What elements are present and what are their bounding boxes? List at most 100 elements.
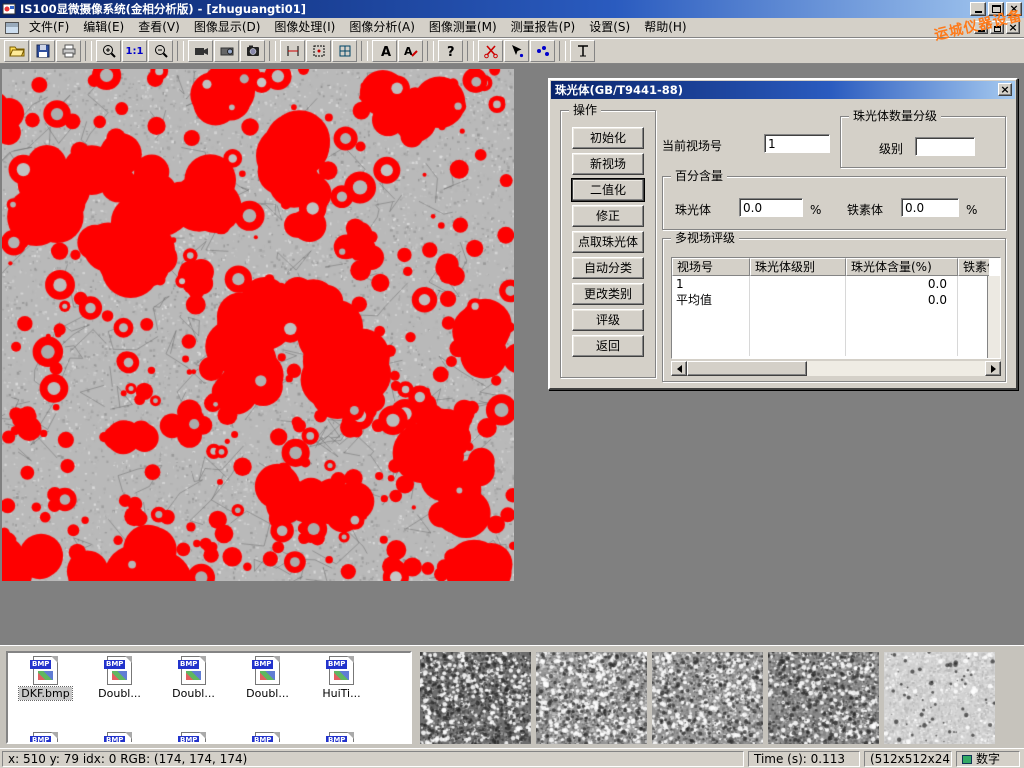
menu-item[interactable]: 图像处理(I) [267, 18, 342, 37]
menu-item[interactable]: 测量报告(P) [504, 18, 583, 37]
measure-area-icon [311, 43, 327, 59]
cut-button[interactable] [478, 40, 503, 62]
file-listbox[interactable]: BMPDKF.bmpBMPDoubl...BMPDoubl...BMPDoubl… [6, 651, 412, 744]
file-item[interactable]: BMPDKF.bmp [10, 655, 81, 703]
op-button[interactable]: 点取珠光体 [572, 231, 644, 253]
table-horizontal-scrollbar[interactable] [671, 361, 1001, 376]
table-cell [846, 308, 958, 324]
menu-item[interactable]: 编辑(E) [76, 18, 131, 37]
dialog-title-bar[interactable]: 珠光体(GB/T9441-88) × [551, 81, 1015, 99]
save-button[interactable] [30, 40, 55, 62]
op-button[interactable]: 二值化 [572, 179, 644, 201]
point-count-button[interactable] [504, 40, 529, 62]
menu-item[interactable]: 图像分析(A) [342, 18, 422, 37]
file-item[interactable]: BMPDoubl... [84, 655, 155, 703]
op-button[interactable]: 修正 [572, 205, 644, 227]
text-edit-button[interactable]: A [398, 40, 423, 62]
bmp-file-icon: BMP [107, 732, 132, 744]
table-cell: 平均值 [672, 292, 750, 308]
table-cell [846, 324, 958, 340]
child-restore-button[interactable] [990, 21, 1004, 34]
menu-item[interactable]: 帮助(H) [637, 18, 693, 37]
text-button[interactable]: A [372, 40, 397, 62]
file-item-partial[interactable]: BMP [10, 731, 81, 744]
metallograph-image[interactable] [2, 69, 514, 581]
status-bar: x: 510 y: 79 idx: 0 RGB: (174, 174, 174)… [0, 748, 1024, 768]
thumbnail-2[interactable] [652, 652, 763, 744]
print-button[interactable] [56, 40, 81, 62]
op-button[interactable]: 自动分类 [572, 257, 644, 279]
column-header[interactable]: 珠光体含量(%) [846, 258, 958, 276]
menu-item[interactable]: 文件(F) [22, 18, 76, 37]
zoom-in-button[interactable] [96, 40, 121, 62]
ferrite-unit-label: % [966, 203, 977, 217]
caliper-icon [285, 43, 301, 59]
op-button[interactable]: 评级 [572, 309, 644, 331]
child-close-button[interactable]: × [1006, 21, 1020, 34]
table-row[interactable] [672, 340, 989, 356]
menu-item[interactable]: 图像测量(M) [422, 18, 504, 37]
table-row[interactable]: 10.0 [672, 276, 989, 292]
projector-button[interactable] [214, 40, 239, 62]
measure-area-button[interactable] [306, 40, 331, 62]
op-button[interactable]: 更改类别 [572, 283, 644, 305]
app-icon[interactable] [2, 2, 16, 16]
scroll-track[interactable] [687, 361, 985, 376]
file-item[interactable]: BMPDoubl... [232, 655, 303, 703]
current-field-input[interactable] [764, 134, 830, 153]
file-item-partial[interactable]: BMP [232, 731, 303, 744]
count-dots-button[interactable] [530, 40, 555, 62]
actual-size-button[interactable]: 1:1 [122, 40, 147, 62]
menu-item[interactable]: 查看(V) [131, 18, 187, 37]
video-camera-button[interactable] [188, 40, 213, 62]
print-icon [61, 43, 77, 59]
scroll-right-button[interactable] [985, 361, 1001, 376]
op-button[interactable]: 返回 [572, 335, 644, 357]
grade-group: 珠光体数量分级 级别 [840, 116, 1006, 168]
child-window-icon[interactable] [5, 22, 19, 34]
scroll-left-button[interactable] [671, 361, 687, 376]
file-item[interactable]: BMPDoubl... [158, 655, 229, 703]
close-button[interactable]: × [1006, 2, 1022, 16]
menu-item[interactable]: 图像显示(D) [187, 18, 268, 37]
thumbnail-4[interactable] [884, 652, 995, 744]
dialog-close-button[interactable]: × [998, 83, 1012, 96]
projector-icon [219, 43, 235, 59]
file-item-partial[interactable]: BMP [84, 731, 155, 744]
minimize-button[interactable] [970, 2, 986, 16]
zoom-out-button[interactable] [148, 40, 173, 62]
help-button[interactable]: ? [438, 40, 463, 62]
table-row[interactable] [672, 324, 989, 340]
column-header[interactable]: 铁素体 [958, 258, 989, 276]
ferrite-percent-input[interactable] [901, 198, 959, 217]
thumbnail-3[interactable] [768, 652, 879, 744]
bmp-badge: BMP [30, 660, 51, 669]
measure-grid-button[interactable] [332, 40, 357, 62]
file-item-partial[interactable]: BMP [306, 731, 377, 744]
thumbnail-0[interactable] [420, 652, 531, 744]
column-header[interactable]: 视场号 [672, 258, 750, 276]
table-row[interactable] [672, 308, 989, 324]
maximize-button[interactable] [988, 2, 1004, 16]
svg-text:A: A [381, 45, 391, 59]
caliper-button[interactable] [280, 40, 305, 62]
grade-input[interactable] [915, 137, 975, 156]
table-vertical-scrollbar[interactable] [987, 276, 1000, 358]
file-browser-panel: BMPDKF.bmpBMPDoubl...BMPDoubl...BMPDoubl… [0, 645, 1024, 748]
pearlite-percent-input[interactable] [739, 198, 803, 217]
column-header[interactable]: 珠光体级别 [750, 258, 846, 276]
maximize-icon [992, 5, 1001, 13]
camera-button[interactable] [240, 40, 265, 62]
table-row[interactable]: 平均值0.0 [672, 292, 989, 308]
child-minimize-button[interactable] [974, 21, 988, 34]
op-button[interactable]: 初始化 [572, 127, 644, 149]
thumbnail-1[interactable] [536, 652, 647, 744]
op-button[interactable]: 新视场 [572, 153, 644, 175]
file-item-partial[interactable]: BMP [158, 731, 229, 744]
open-button[interactable] [4, 40, 29, 62]
menu-item[interactable]: 设置(S) [582, 18, 637, 37]
file-item[interactable]: BMPHuiTi... [306, 655, 377, 703]
scroll-thumb[interactable] [687, 361, 807, 376]
application-window: IS100显微摄像系统(金相分析版) - [zhuguangti01] × 运城… [0, 0, 1024, 768]
ruler-button[interactable] [570, 40, 595, 62]
